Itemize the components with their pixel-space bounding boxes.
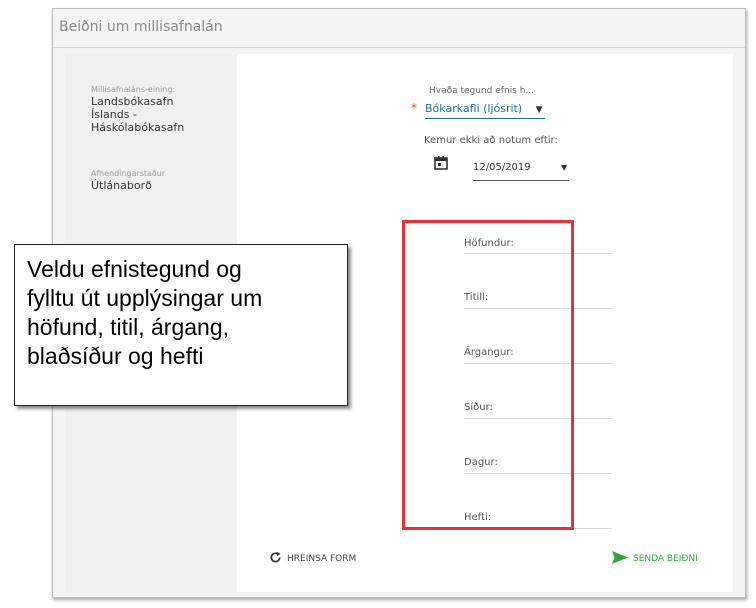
- refresh-icon: [269, 551, 282, 567]
- callout-line: blaðsíður og hefti: [27, 343, 204, 369]
- delivery-label: Afhendingarstaður: [91, 169, 166, 178]
- title-divider: [53, 47, 745, 48]
- caret-down-icon[interactable]: ▼: [561, 163, 567, 172]
- unit-value-line: Háskólabókasafn: [91, 121, 185, 134]
- callout-line: Veldu efnistegund og: [27, 256, 242, 282]
- highlight-box: [402, 220, 574, 530]
- delivery-value: Útlánaborð: [91, 179, 152, 192]
- send-icon: [612, 551, 628, 567]
- date-value: 12/05/2019: [473, 162, 531, 173]
- unit-label: Millisafnaláns-eining:: [91, 85, 176, 94]
- send-request-label: SENDA BEIÐNI: [633, 554, 698, 564]
- calendar-icon[interactable]: [434, 155, 448, 174]
- instruction-callout: Veldu efnistegund og fylltu út upplýsing…: [14, 244, 348, 406]
- material-type-value: Bókarkafli (ljósrit): [425, 102, 523, 115]
- unit-value-line: Íslands -: [91, 108, 137, 121]
- material-type-select[interactable]: Bókarkafli (ljósrit) ▼: [425, 102, 543, 115]
- send-request-button[interactable]: SENDA BEIÐNI: [612, 551, 698, 567]
- required-marker: *: [411, 101, 417, 115]
- reset-form-label: HREINSA FORM: [287, 554, 357, 564]
- callout-line: fylltu út upplýsingar um: [27, 285, 263, 311]
- callout-line: höfund, titil, árgang,: [27, 314, 230, 340]
- date-underline: [473, 180, 569, 181]
- reset-form-button[interactable]: HREINSA FORM: [269, 551, 356, 567]
- material-type-underline: [425, 118, 545, 119]
- unit-value: Landsbókasafn Íslands - Háskólabókasafn: [91, 95, 184, 134]
- unit-value-line: Landsbókasafn: [91, 95, 174, 108]
- material-type-label: Hvaða tegund efnis h...: [429, 86, 534, 96]
- window-title: Beiðni um millisafnalán: [59, 19, 223, 35]
- not-needed-after-label: Kemur ekki að notum eftir:: [424, 135, 558, 146]
- date-input[interactable]: 12/05/2019: [473, 162, 531, 173]
- caret-down-icon: ▼: [535, 105, 543, 115]
